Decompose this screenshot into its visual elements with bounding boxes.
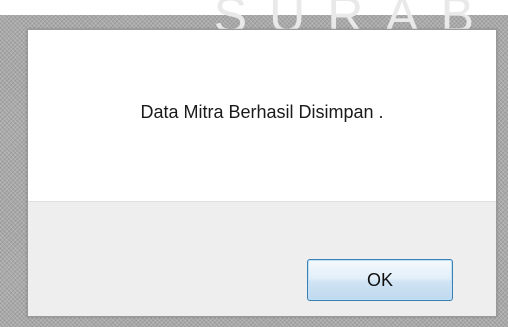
- dialog-message-area: Data Mitra Berhasil Disimpan .: [28, 30, 496, 201]
- ok-button[interactable]: OK: [307, 259, 453, 301]
- dialog-footer: OK: [28, 201, 496, 316]
- dialog-message: Data Mitra Berhasil Disimpan .: [140, 102, 384, 122]
- alert-dialog: Data Mitra Berhasil Disimpan . OK: [27, 29, 497, 317]
